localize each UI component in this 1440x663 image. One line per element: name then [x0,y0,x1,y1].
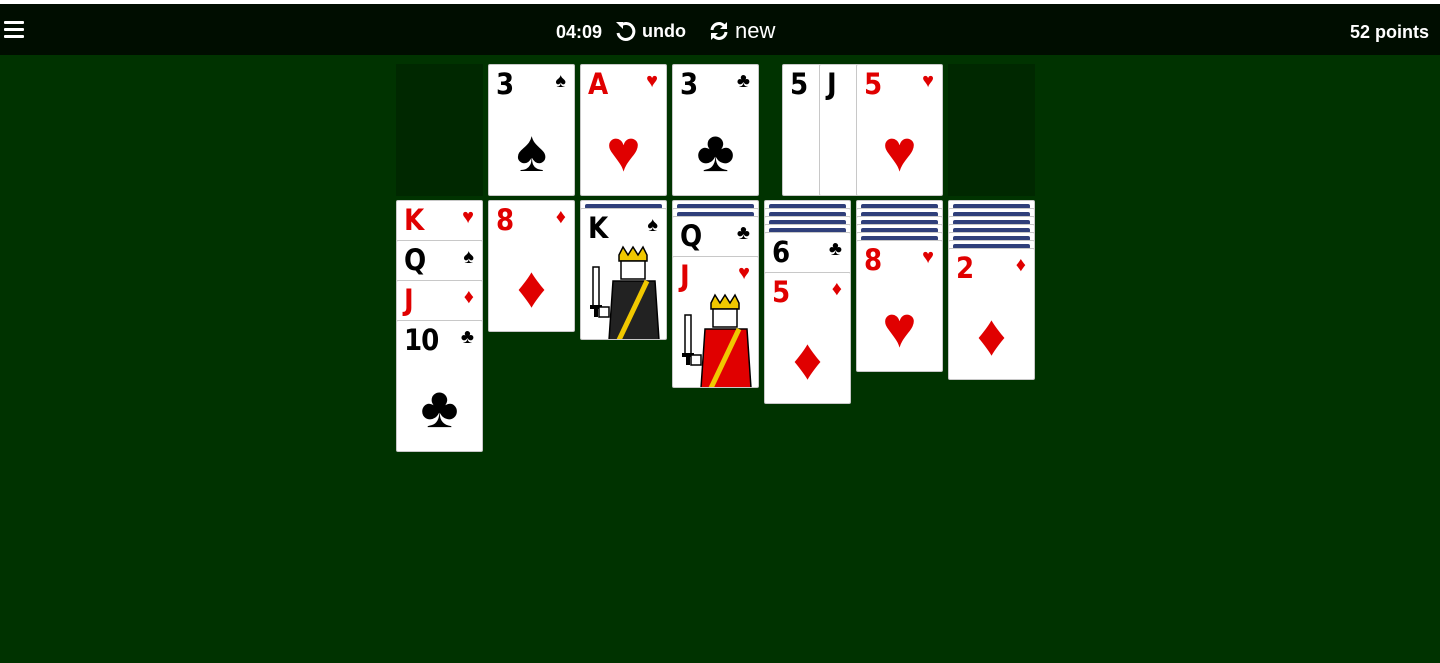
card-suit-small: ♦ [831,278,842,300]
card-rank: 3 [496,67,514,101]
card-suit-small: ♣ [460,326,474,348]
undo-arrow-icon [616,21,636,41]
card-rank: J [680,259,690,293]
score-display: 52 points [1349,22,1429,42]
card-suit-large: ♦ [976,303,1007,368]
card-suit-large: ♠ [516,119,547,184]
foundation-card[interactable]: A ♥ ♥ [580,64,667,196]
card-rank: 5 [790,67,808,101]
card-suit-large: ♦ [516,255,547,320]
card-rank: J [827,67,837,101]
waste-card[interactable]: 3 ♠ ♠ [488,64,575,196]
foundation-empty[interactable] [948,64,1035,196]
card-suit-large: ♥ [882,295,917,360]
tableau-card[interactable]: 10 ♣ ♣ [396,320,483,452]
new-game-button[interactable]: new [708,18,775,44]
card-suit-small: ♣ [736,70,750,92]
card-suit-small: ♦ [463,286,474,308]
tableau-card[interactable]: 8 ♦ ♦ [488,200,575,332]
card-rank: 8 [864,243,882,277]
face-card-figure [590,245,660,339]
card-rank: 5 [772,275,790,309]
card-suit-small: ♠ [647,214,658,236]
card-rank: 6 [772,235,790,269]
card-suit-small: ♥ [646,70,658,92]
card-rank: K [404,203,424,237]
game-table: 3♠♠A♥♥3♣♣5♠J♣5♥♥K♥Q♠J♦10♣♣8♦♦K♠Q♣J♥6♣5♦♦… [0,55,1440,663]
card-rank: A [588,67,608,101]
card-suit-small: ♦ [1015,254,1026,276]
tableau-card[interactable]: 2 ♦ ♦ [948,248,1035,380]
tableau-card[interactable]: 8 ♥ ♥ [856,240,943,372]
card-suit-small: ♥ [738,262,750,284]
card-rank: J [404,283,414,317]
card-suit-small: ♥ [922,70,934,92]
card-rank: 3 [680,67,698,101]
card-suit-small: ♠ [555,70,566,92]
card-suit-large: ♣ [696,119,735,184]
card-suit-small: ♣ [828,238,842,260]
card-rank: K [588,211,608,245]
card-rank: 8 [496,203,514,237]
card-rank: Q [404,243,426,277]
game-timer: 04:09 [556,22,603,42]
card-suit-small: ♠ [463,246,474,268]
card-suit-small: ♦ [555,206,566,228]
card-rank: 2 [956,251,974,285]
hamburger-menu-icon[interactable] [4,21,24,39]
face-card-figure [682,293,752,387]
refresh-icon [710,22,728,40]
card-suit-large: ♣ [420,375,459,440]
card-suit-large: ♥ [882,119,917,184]
card-suit-large: ♥ [606,119,641,184]
foundation-card[interactable]: 3 ♣ ♣ [672,64,759,196]
tableau-card[interactable]: J ♥ [672,256,759,388]
undo-label: undo [642,20,686,41]
card-rank: 5 [864,67,882,101]
card-rank: Q [680,219,702,253]
top-bar: 04:09 undo new 52 points [0,4,1440,55]
card-suit-small: ♥ [462,206,474,228]
foundation-card[interactable]: 5 ♥ ♥ [856,64,943,196]
card-suit-small: ♥ [922,246,934,268]
card-suit-small: ♣ [736,222,750,244]
card-suit-large: ♦ [792,327,823,392]
new-label: new [735,18,776,43]
undo-button[interactable]: undo [614,19,686,43]
card-rank: 10 [404,323,439,357]
tableau-card[interactable]: 5 ♦ ♦ [764,272,851,404]
stock-pile-empty[interactable] [396,64,483,196]
tableau-card[interactable]: K ♠ [580,208,667,340]
